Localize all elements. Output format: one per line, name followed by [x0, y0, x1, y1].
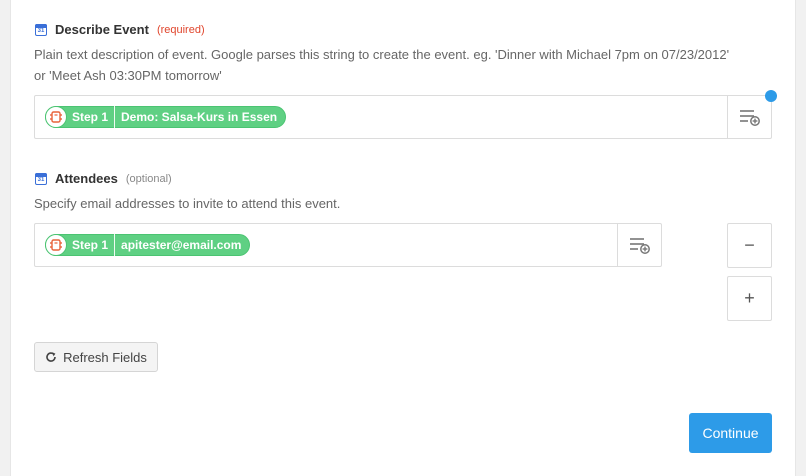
pill-divider [114, 234, 116, 256]
describe-event-input[interactable]: Step 1 Demo: Salsa-Kurs in Essen [34, 95, 772, 139]
describe-event-help-line2: or 'Meet Ash 03:30PM tomorrow' [34, 68, 222, 83]
insert-field-icon [630, 238, 650, 254]
zapier-app-icon [45, 106, 67, 128]
google-calendar-icon: 31 [35, 23, 47, 36]
refresh-icon [46, 352, 56, 362]
describe-event-label: 31 Describe Event (required) [35, 22, 205, 37]
describe-event-title: Describe Event [55, 22, 149, 37]
attendees-input[interactable]: Step 1 apitester@email.com [34, 223, 662, 267]
attendees-title: Attendees [55, 171, 118, 186]
notification-dot [765, 90, 777, 102]
step-value: Demo: Salsa-Kurs in Essen [121, 110, 278, 124]
add-attendee-button[interactable]: + [727, 276, 772, 321]
step-pill[interactable]: Step 1 Demo: Salsa-Kurs in Essen [45, 106, 287, 128]
refresh-fields-button[interactable]: Refresh Fields [34, 342, 158, 372]
describe-event-help: Plain text description of event. Google … [34, 44, 794, 86]
step-value: apitester@email.com [121, 238, 242, 252]
step-pill[interactable]: Step 1 apitester@email.com [45, 234, 251, 256]
describe-event-help-line1: Plain text description of event. Google … [34, 47, 730, 62]
attendees-help: Specify email addresses to invite to att… [34, 196, 341, 211]
required-tag: (required) [156, 23, 205, 36]
form-card: 31 Describe Event (required) Plain text … [10, 0, 796, 476]
continue-button[interactable]: Continue [689, 413, 772, 453]
insert-field-button[interactable] [617, 223, 662, 267]
insert-field-icon [740, 110, 760, 126]
google-calendar-icon: 31 [35, 172, 47, 185]
step-label: Step 1 [72, 110, 109, 124]
optional-tag: (optional) [125, 172, 172, 185]
refresh-fields-label: Refresh Fields [63, 349, 147, 365]
step-label: Step 1 [72, 238, 109, 252]
attendees-label: 31 Attendees (optional) [35, 171, 172, 186]
insert-field-button[interactable] [727, 95, 772, 139]
remove-attendee-button[interactable]: − [727, 223, 772, 268]
zapier-app-icon [45, 234, 67, 256]
pill-divider [114, 106, 116, 128]
